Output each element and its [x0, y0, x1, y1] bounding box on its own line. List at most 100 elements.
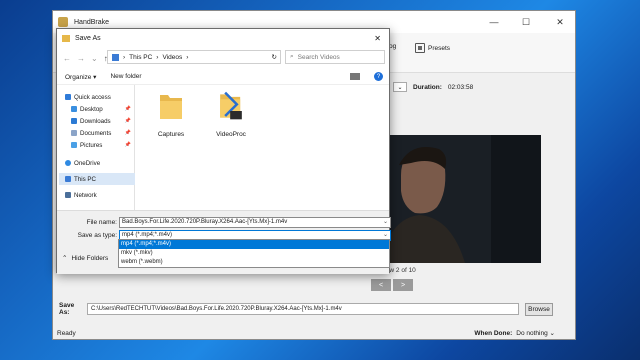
prev-preview-button[interactable]: <	[371, 279, 391, 291]
sidebar-item-desktop[interactable]: Desktop 📌	[71, 103, 135, 115]
save-as-type-dropdown-list: mp4 (*.mp4;*.m4v) mkv (*.mkv) webm (*.we…	[118, 239, 390, 268]
pc-icon	[65, 176, 71, 182]
sidebar-item-network[interactable]: Network	[65, 189, 143, 201]
download-icon	[71, 118, 77, 124]
file-name-input[interactable]: Bad.Boys.For.Life.2020.720P.Bluray.X264.…	[119, 217, 391, 228]
duration-row: ⌄ Duration: 02:03:58	[393, 82, 473, 92]
new-folder-button[interactable]: New folder	[110, 73, 141, 80]
search-placeholder: Search Videos	[297, 53, 340, 61]
file-name: VideoProc	[216, 131, 246, 138]
pin-icon: 📌	[124, 106, 131, 112]
cloud-icon	[65, 160, 71, 166]
folder-srt-icon	[220, 91, 242, 120]
save-as-type-label: Save as type:	[77, 232, 117, 239]
duration-value: 02:03:58	[447, 83, 474, 91]
sidebar-item-label: Quick access	[74, 93, 111, 101]
search-icon: ⌕	[290, 53, 294, 60]
type-option-mp4[interactable]: mp4 (*.mp4;*.m4v)	[119, 240, 389, 249]
sidebar-item-label: OneDrive	[74, 159, 101, 167]
type-option-webm[interactable]: webm (*.webm)	[119, 258, 389, 267]
view-options-icon[interactable]	[350, 73, 360, 80]
folder-title-icon	[62, 34, 70, 42]
breadcrumb-this-pc[interactable]: This PC	[129, 54, 152, 61]
type-option-mkv[interactable]: mkv (*.mkv)	[119, 249, 389, 258]
organize-button[interactable]: Organize ▾	[65, 73, 96, 81]
sidebar-item-documents[interactable]: Documents 📌	[71, 127, 135, 139]
recent-dropdown-icon[interactable]: ⌄	[91, 54, 98, 63]
forward-arrow-icon[interactable]: →	[77, 54, 85, 63]
breadcrumb-sep-icon: ›	[123, 53, 126, 61]
browse-button[interactable]: Browse	[525, 302, 553, 316]
back-arrow-icon[interactable]: ←	[63, 54, 71, 63]
handbrake-title: HandBrake	[74, 18, 110, 26]
pictures-icon	[71, 142, 77, 148]
chevron-up-icon: ⌃	[62, 255, 68, 262]
when-done-dropdown[interactable]: Do nothing ⌄	[516, 329, 555, 337]
activity-log-button[interactable]: og	[389, 43, 396, 50]
chevron-down-icon: ⌄	[397, 84, 403, 91]
dialog-titlebar: Save As ✕	[57, 29, 389, 47]
save-as-type-value: mp4 (*.mp4;*.m4v)	[122, 232, 173, 238]
pc-icon	[112, 53, 119, 61]
presets-icon	[415, 43, 425, 53]
status-text: Ready	[57, 329, 76, 337]
file-name: Captures	[157, 131, 185, 138]
refresh-icon[interactable]: ↻	[272, 53, 277, 61]
handbrake-app-icon	[58, 17, 68, 27]
sidebar-item-quick-access[interactable]: Quick access	[65, 91, 143, 103]
file-list: Captures SRT VideoProc	[137, 85, 389, 210]
organize-label: Organize	[65, 73, 92, 81]
sidebar-item-this-pc[interactable]: This PC	[59, 173, 135, 185]
sidebar-item-label: Downloads	[80, 117, 111, 125]
sidebar-item-label: Documents	[80, 129, 112, 137]
save-as-label: Save As:	[59, 302, 75, 316]
file-name-value: Bad.Boys.For.Life.2020.720P.Bluray.X264.…	[122, 219, 288, 225]
chevron-down-icon: ⌄	[382, 219, 388, 225]
presets-button[interactable]: Presets	[415, 43, 450, 53]
breadcrumb-sep-icon: ›	[156, 53, 159, 61]
address-bar[interactable]: › This PC › Videos › ↻	[107, 50, 281, 64]
presets-label: Presets	[428, 44, 451, 52]
star-icon	[65, 94, 71, 100]
dialog-close-button[interactable]: ✕	[374, 34, 381, 43]
help-button[interactable]: ?	[374, 72, 383, 81]
save-as-row: Save As: C:\Users\RedTECHTUT\Videos\Bad.…	[53, 301, 575, 317]
range-dropdown[interactable]: ⌄	[393, 82, 407, 92]
navigation-pane: Quick access Desktop 📌 Downloads 📌 Docum…	[57, 85, 135, 210]
when-done-value: Do nothing	[516, 330, 548, 337]
maximize-button[interactable]: ☐	[511, 11, 541, 33]
minimize-button[interactable]: —	[479, 11, 509, 33]
chevron-down-icon: ⌄	[549, 330, 555, 337]
status-bar: Ready When Done: Do nothing ⌄	[53, 325, 575, 341]
file-name-label: File name:	[86, 219, 117, 226]
sidebar-item-label: Desktop	[80, 105, 103, 113]
sidebar-item-downloads[interactable]: Downloads 📌	[71, 115, 135, 127]
network-icon	[65, 192, 71, 198]
sidebar-item-pictures[interactable]: Pictures 📌	[71, 139, 135, 151]
search-input[interactable]: ⌕ Search Videos	[285, 50, 385, 64]
file-item-captures[interactable]: Captures	[147, 91, 195, 138]
save-as-path-input[interactable]: C:\Users\RedTECHTUT\Videos\Bad.Boys.For.…	[87, 303, 519, 315]
folder-icon	[160, 95, 182, 119]
hide-folders-label: Hide Folders	[71, 254, 109, 262]
hide-folders-button[interactable]: ⌃ Hide Folders	[62, 254, 109, 263]
next-preview-button[interactable]: >	[393, 279, 413, 291]
dialog-command-bar: Organize ▾ New folder ?	[57, 69, 389, 85]
srt-badge: SRT	[236, 122, 245, 127]
breadcrumb-videos[interactable]: Videos	[162, 54, 182, 61]
pin-icon: 📌	[124, 142, 131, 148]
sidebar-item-onedrive[interactable]: OneDrive	[65, 157, 143, 169]
sidebar-item-label: Network	[74, 191, 97, 199]
duration-label: Duration:	[413, 83, 442, 91]
sidebar-item-label: This PC	[74, 175, 97, 183]
file-item-videoproc[interactable]: SRT VideoProc	[207, 91, 255, 138]
activity-log-label: og	[389, 43, 397, 50]
documents-icon	[71, 130, 77, 136]
sidebar-item-label: Pictures	[80, 141, 103, 149]
save-as-dialog: Save As ✕ ← → ⌄ ↑ › This PC › Videos › ↻…	[56, 28, 391, 274]
pin-icon: 📌	[124, 118, 131, 124]
close-button[interactable]: ✕	[545, 11, 575, 33]
pin-icon: 📌	[124, 130, 131, 136]
breadcrumb-sep-icon: ›	[186, 53, 189, 61]
when-done-label: When Done:	[474, 329, 513, 337]
